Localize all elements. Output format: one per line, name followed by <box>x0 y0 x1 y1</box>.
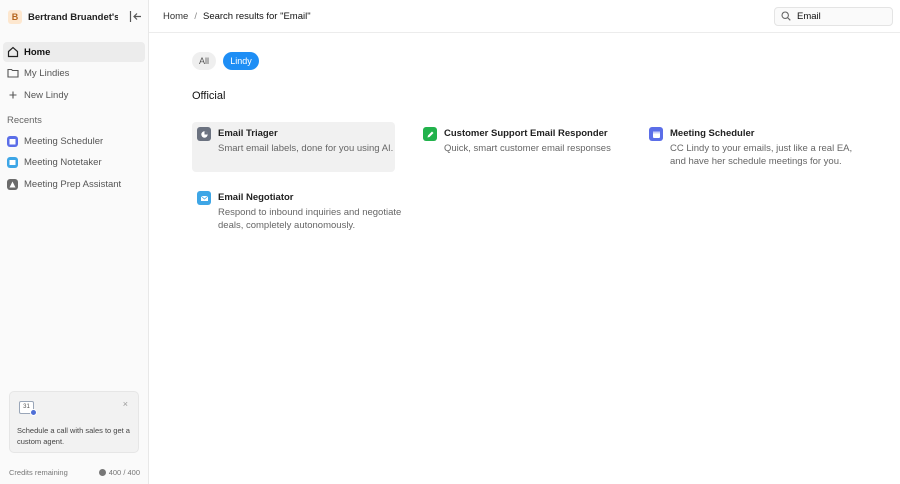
sidebar-item-new-lindy[interactable]: New Lindy <box>3 85 145 105</box>
pencil-icon <box>423 127 437 141</box>
prep-icon <box>7 178 18 190</box>
recent-item-label: Meeting Prep Assistant <box>24 178 122 190</box>
recent-item-label: Meeting Scheduler <box>24 135 104 147</box>
card-title: Customer Support Email Responder <box>444 128 608 139</box>
recent-item-meeting-notetaker[interactable]: Meeting Notetaker <box>3 152 145 172</box>
card-description: Quick, smart customer email responses <box>444 143 611 154</box>
recent-item-meeting-prep-assistant[interactable]: Meeting Prep Assistant <box>3 174 145 194</box>
mail-icon <box>197 191 211 205</box>
add-badge-icon <box>30 409 37 416</box>
breadcrumb-separator: / <box>194 11 197 22</box>
section-title: Official <box>192 90 226 102</box>
search-icon <box>781 9 791 24</box>
sidebar-item-label: New Lindy <box>24 89 69 101</box>
filter-all[interactable]: All <box>192 52 216 70</box>
folder-icon <box>7 67 19 79</box>
gear-icon <box>98 469 106 476</box>
credits-value-wrap: 400 / 400 <box>98 468 140 477</box>
sidebar-item-my-lindies[interactable]: My Lindies <box>3 63 145 83</box>
breadcrumb-home[interactable]: Home <box>163 11 188 22</box>
notes-icon <box>7 156 18 168</box>
filter-lindy[interactable]: Lindy <box>223 52 259 70</box>
recents-heading: Recents <box>7 115 42 126</box>
credits-value: 400 / 400 <box>108 468 140 477</box>
card-description: Respond to inbound inquiries and negotia… <box>218 207 402 231</box>
credits-bar: Credits remaining 400 / 400 <box>9 468 140 477</box>
workspace-switcher[interactable]: B Bertrand Bruandet's... <box>8 9 142 25</box>
breadcrumb-current: Search results for "Email" <box>202 11 311 22</box>
credits-label: Credits remaining <box>9 468 68 477</box>
promo-text: Schedule a call with sales to get a cust… <box>17 426 130 446</box>
topbar: Home / Search results for "Email" <box>149 0 900 33</box>
sidebar: B Bertrand Bruandet's... Home My Lindies… <box>0 0 149 484</box>
card-title: Meeting Scheduler <box>670 128 755 139</box>
sidebar-item-label: My Lindies <box>24 67 70 79</box>
card-description: Smart email labels, done for you using A… <box>218 143 394 154</box>
sidebar-item-label: Home <box>24 46 51 58</box>
collapse-sidebar-icon[interactable] <box>129 10 143 23</box>
recent-item-meeting-scheduler[interactable]: Meeting Scheduler <box>3 131 145 151</box>
search-box[interactable] <box>774 7 893 26</box>
agent-card-meeting-scheduler[interactable]: Meeting Scheduler CC Lindy to your email… <box>644 122 852 172</box>
home-icon <box>7 46 19 58</box>
search-input[interactable] <box>797 11 887 22</box>
card-title: Email Negotiator <box>218 192 294 203</box>
calendar-icon <box>7 135 18 147</box>
recent-item-label: Meeting Notetaker <box>24 156 102 168</box>
workspace-name: Bertrand Bruandet's... <box>28 11 118 23</box>
workspace-avatar: B <box>8 10 22 24</box>
sidebar-item-home[interactable]: Home <box>3 42 145 62</box>
agent-card-email-triager[interactable]: Email Triager Smart email labels, done f… <box>192 122 395 172</box>
plus-icon <box>7 89 19 101</box>
close-icon[interactable]: × <box>123 399 128 409</box>
sales-promo-card: 31 × Schedule a call with sales to get a… <box>9 391 139 453</box>
card-title: Email Triager <box>218 128 278 139</box>
card-description: CC Lindy to your emails, just like a rea… <box>670 143 853 167</box>
triager-icon <box>197 127 211 141</box>
agent-card-email-negotiator[interactable]: Email Negotiator Respond to inbound inqu… <box>192 186 401 236</box>
agent-card-customer-support-email-responder[interactable]: Customer Support Email Responder Quick, … <box>418 122 621 172</box>
breadcrumb: Home / Search results for "Email" <box>163 11 311 22</box>
calendar-icon <box>649 127 663 141</box>
